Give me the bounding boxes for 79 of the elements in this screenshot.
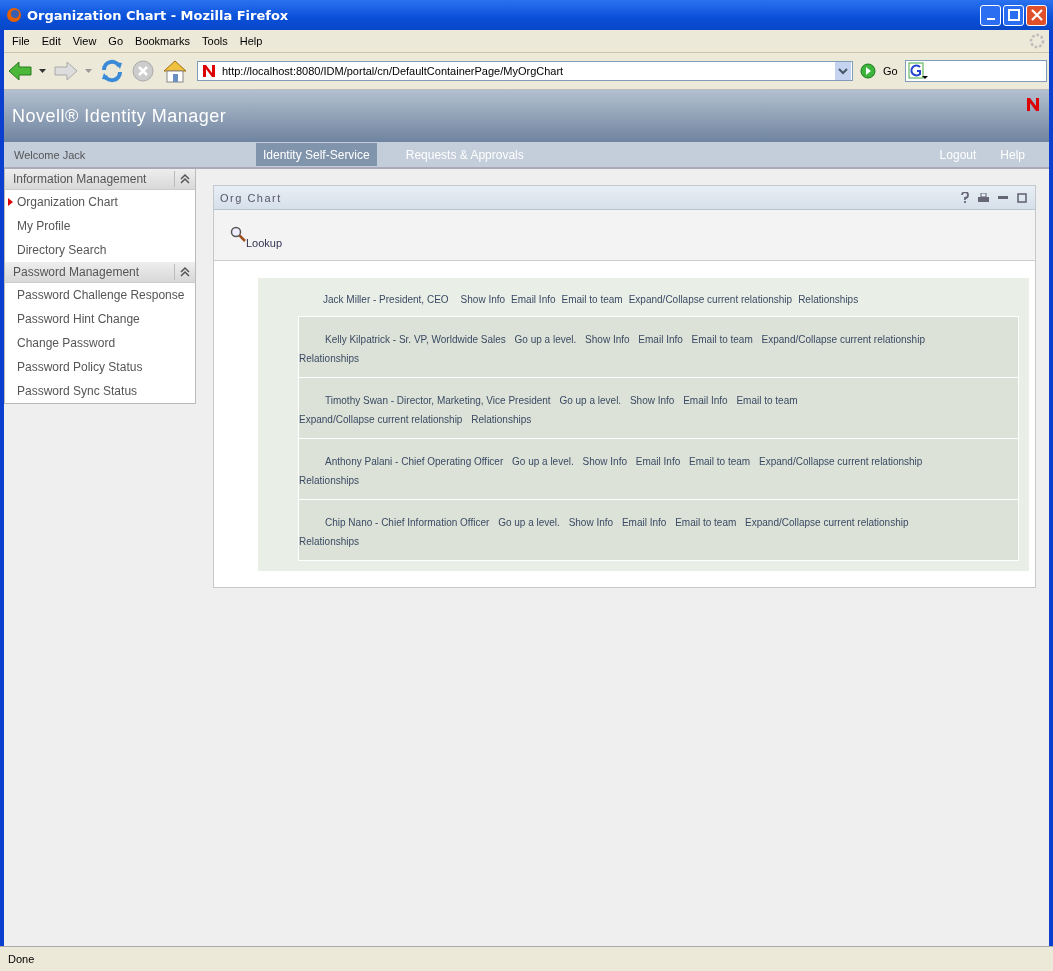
action-link[interactable]: Show Info <box>585 334 630 345</box>
home-icon[interactable] <box>162 59 188 83</box>
action-link[interactable]: Go up a level. <box>498 517 560 528</box>
sidebar-link[interactable]: Password Challenge Response <box>17 288 185 302</box>
menu-item[interactable]: Go <box>104 35 132 47</box>
window-title: Organization Chart - Mozilla Firefox <box>27 7 289 23</box>
action-link[interactable]: Expand/Collapse current relationship <box>758 456 923 467</box>
maximize-button[interactable] <box>1003 4 1024 26</box>
action-link[interactable]: Relationships <box>471 414 532 425</box>
action-link[interactable]: Show Info <box>582 456 627 467</box>
action-link[interactable]: Email to team <box>691 334 753 345</box>
menu-item[interactable]: Edit <box>37 35 69 47</box>
action-link[interactable]: Expand/Collapse current relationship <box>299 414 463 425</box>
site-logo-icon <box>202 64 216 78</box>
employee-name[interactable]: Jack Miller - President, CEO <box>323 294 449 305</box>
logo-icon <box>1027 98 1039 111</box>
action-link[interactable]: Email to team <box>689 456 751 467</box>
minimize-button[interactable] <box>980 4 1001 26</box>
sidebar-link[interactable]: Password Policy Status <box>17 360 143 374</box>
lookup-link[interactable]: Lookup <box>246 237 283 249</box>
magnifier-icon <box>230 226 246 242</box>
sidebar-link[interactable]: Password Sync Status <box>17 384 138 398</box>
close-button[interactable] <box>1026 4 1047 26</box>
reload-icon[interactable] <box>100 59 124 83</box>
action-link[interactable]: Email to team <box>675 517 737 528</box>
sidebar-link[interactable]: Password Hint Change <box>17 312 140 326</box>
close-icon <box>1030 9 1043 21</box>
menu-item[interactable]: Help <box>235 35 271 47</box>
throbber-icon <box>1029 33 1045 49</box>
print-icon[interactable] <box>978 192 989 203</box>
sidebar-link[interactable]: Organization Chart <box>17 195 118 209</box>
employee-name[interactable]: Anthony Palani - Chief Operating Officer <box>325 456 504 467</box>
sidebar-link[interactable]: My Profile <box>17 219 71 233</box>
action-link[interactable]: Email Info <box>635 456 681 467</box>
go-button[interactable]: Go <box>883 65 898 77</box>
action-link[interactable]: Email Info <box>511 294 556 305</box>
section-title: Information Management <box>12 172 148 186</box>
action-link[interactable]: Show Info <box>629 395 675 406</box>
welcome-text: Welcome Jack <box>13 148 87 161</box>
action-link[interactable]: Go up a level. <box>514 334 577 345</box>
section-title: Password Management <box>12 265 141 279</box>
search-field[interactable] <box>904 60 1047 82</box>
action-link[interactable]: Go up a level. <box>559 395 622 406</box>
action-link[interactable]: Relationships <box>798 294 859 305</box>
action-link[interactable]: Go up a level. <box>512 456 574 467</box>
dropdown-arrow-icon[interactable] <box>39 68 47 74</box>
maximize-icon[interactable] <box>1017 192 1027 203</box>
menu-item[interactable]: Tools <box>198 35 236 47</box>
minimize-icon <box>986 18 995 20</box>
action-link[interactable]: Show Info <box>460 294 506 305</box>
action-link[interactable]: Relationships <box>299 475 360 486</box>
search-engine-icon[interactable] <box>907 62 928 80</box>
action-link[interactable]: Expand/Collapse current relationship <box>628 294 793 305</box>
menu-item[interactable]: View <box>68 35 105 47</box>
action-link[interactable]: Email Info <box>621 517 667 528</box>
action-link[interactable]: Show Info <box>568 517 614 528</box>
help-icon[interactable] <box>961 192 969 203</box>
action-link[interactable]: Email to team <box>561 294 623 305</box>
sidebar-link[interactable]: Change Password <box>17 336 116 350</box>
url-field[interactable]: http://localhost:8080/IDM/portal/cn/DefaultContainerPage/MyOrgChart <box>197 61 853 81</box>
action-link[interactable]: Relationships <box>299 353 360 364</box>
menu-item[interactable]: Bookmarks <box>131 35 199 47</box>
employee-name[interactable]: Kelly Kilpatrick - Sr. VP, Worldwide Sales <box>325 334 506 345</box>
action-link[interactable]: Expand/Collapse current relationship <box>745 517 909 528</box>
portlet-title: Org Chart <box>219 191 282 204</box>
action-link[interactable]: Email Info <box>683 395 728 406</box>
employee-name[interactable]: Timothy Swan - Director, Marketing, Vice President <box>325 395 551 406</box>
action-link[interactable]: Email to team <box>736 395 798 406</box>
maximize-icon <box>1007 9 1020 21</box>
globe-icon <box>6 7 22 23</box>
menu-item[interactable]: File <box>8 35 38 47</box>
action-link[interactable]: Email Info <box>638 334 683 345</box>
brand-title: Novell® Identity Manager <box>12 105 227 127</box>
action-link[interactable]: Relationships <box>299 536 360 547</box>
status-text: Done <box>8 953 35 965</box>
sidebar-link[interactable]: Directory Search <box>17 243 107 257</box>
action-link[interactable]: Expand/Collapse current relationship <box>761 334 925 345</box>
back-arrow-icon[interactable] <box>8 60 32 82</box>
employee-name[interactable]: Chip Nano - Chief Information Officer <box>325 517 490 528</box>
